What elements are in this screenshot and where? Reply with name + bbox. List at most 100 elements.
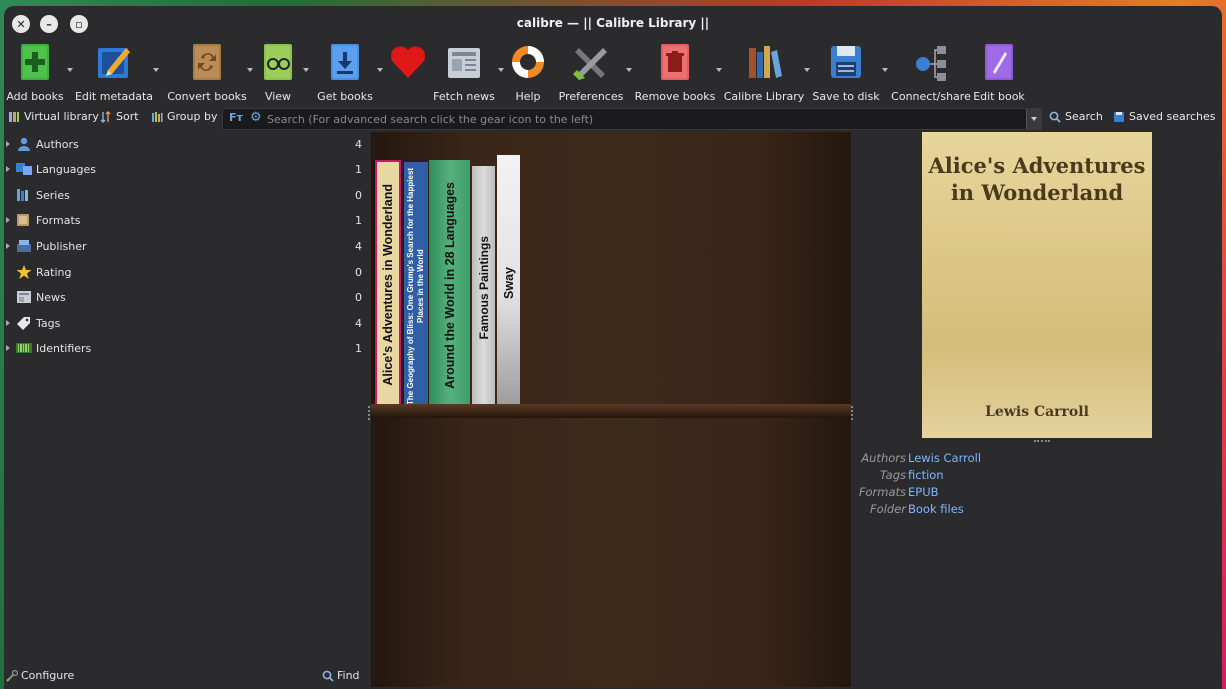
- title-bar: ✕ – ▫ calibre — || Calibre Library ||: [4, 6, 1222, 40]
- bookshelf-view[interactable]: Alice's Adventures in Wonderland The Geo…: [371, 132, 851, 687]
- add-books-button[interactable]: Add books: [6, 42, 64, 104]
- book-spine[interactable]: Around the World in 28 Languages: [429, 160, 470, 410]
- preferences-dropdown-icon[interactable]: [626, 68, 632, 72]
- expand-arrow-icon[interactable]: [6, 166, 10, 172]
- cover-resize-handle[interactable]: [1034, 440, 1050, 442]
- configure-button[interactable]: Configure: [6, 669, 74, 682]
- donate-button[interactable]: [388, 42, 428, 104]
- search-input[interactable]: Search (For advanced search click the ge…: [267, 113, 593, 126]
- calibre-library-label: Calibre Library: [723, 90, 805, 103]
- fetch-news-button[interactable]: Fetch news: [433, 42, 495, 104]
- barcode-icon: [16, 343, 32, 353]
- configure-label: Configure: [21, 669, 75, 682]
- edit-book-button[interactable]: Edit book: [973, 42, 1025, 104]
- network-icon: [916, 46, 946, 81]
- tag-browser-footer: Configure Find: [4, 666, 370, 686]
- preferences-label: Preferences: [558, 90, 624, 103]
- find-button[interactable]: Find: [322, 669, 360, 682]
- book-spine[interactable]: The Geography of Bliss: One Grump's Sear…: [404, 162, 428, 410]
- book-spine-title: Sway: [501, 266, 516, 299]
- expand-arrow-icon[interactable]: [6, 320, 10, 326]
- tag-category-label: Tags: [36, 316, 61, 330]
- star-icon: [16, 265, 32, 279]
- group-by-button[interactable]: Group by: [151, 110, 217, 123]
- tag-category-tags[interactable]: Tags 4: [4, 311, 366, 335]
- tag-category-identifiers[interactable]: Identifiers 1: [4, 336, 366, 360]
- preferences-button[interactable]: Preferences: [558, 42, 624, 104]
- window-title: calibre — || Calibre Library ||: [516, 16, 710, 30]
- save-to-disk-button[interactable]: Save to disk: [812, 42, 880, 104]
- search-button[interactable]: Search: [1049, 110, 1103, 123]
- sort-button[interactable]: Sort: [100, 110, 139, 123]
- tag-category-authors[interactable]: Authors 4: [4, 132, 366, 156]
- convert-icon: [193, 44, 221, 80]
- detail-key: Folder: [870, 502, 906, 516]
- tag-category-label: News: [36, 290, 66, 304]
- trash-icon: [661, 44, 689, 80]
- calibre-library-button[interactable]: Calibre Library: [724, 42, 804, 104]
- virtual-library-button[interactable]: Virtual library: [8, 110, 99, 123]
- remove-books-dropdown-icon[interactable]: [716, 68, 722, 72]
- tag-link[interactable]: fiction: [908, 468, 944, 482]
- person-icon: [18, 137, 30, 151]
- book-cover[interactable]: Alice's Adventures in Wonderland Lewis C…: [922, 132, 1152, 438]
- book-spine[interactable]: Famous Paintings: [472, 166, 495, 410]
- tag-category-series[interactable]: Series 0: [4, 183, 366, 207]
- search-mode-icon[interactable]: Fᴛ: [229, 111, 243, 124]
- view-button[interactable]: View: [258, 42, 298, 104]
- saved-searches-label: Saved searches: [1129, 110, 1216, 123]
- search-history-dropdown[interactable]: [1026, 109, 1041, 129]
- folder-link[interactable]: Book files: [908, 502, 964, 516]
- connect-share-button[interactable]: Connect/share: [891, 42, 971, 104]
- gear-icon[interactable]: ⚙: [250, 110, 262, 125]
- heart-icon: [390, 46, 426, 78]
- tag-category-publisher[interactable]: Publisher 4: [4, 234, 366, 258]
- add-books-dropdown-icon[interactable]: [67, 68, 73, 72]
- convert-books-label: Convert books: [167, 90, 247, 103]
- splitter-handle[interactable]: [368, 406, 373, 420]
- expand-arrow-icon[interactable]: [6, 243, 10, 249]
- search-field[interactable]: Fᴛ ⚙ Search (For advanced search click t…: [222, 108, 1042, 130]
- convert-books-dropdown-icon[interactable]: [247, 68, 253, 72]
- tag-category-label: Identifiers: [36, 341, 92, 355]
- help-button[interactable]: Help: [508, 42, 548, 104]
- formats-icon: [17, 214, 29, 226]
- expand-arrow-icon[interactable]: [6, 345, 10, 351]
- get-books-button[interactable]: Get books: [317, 42, 373, 104]
- book-spine[interactable]: Alice's Adventures in Wonderland: [375, 160, 401, 410]
- convert-books-button[interactable]: Convert books: [167, 42, 247, 104]
- saved-searches-button[interactable]: Saved searches: [1113, 110, 1216, 123]
- edit-metadata-button[interactable]: Edit metadata: [75, 42, 153, 104]
- search-button-label: Search: [1065, 110, 1103, 123]
- remove-books-button[interactable]: Remove books: [635, 42, 715, 104]
- fetch-news-dropdown-icon[interactable]: [498, 68, 504, 72]
- detail-row-tags: Tags fiction: [854, 468, 1214, 485]
- get-books-dropdown-icon[interactable]: [377, 68, 383, 72]
- calibre-library-dropdown-icon[interactable]: [804, 68, 810, 72]
- author-link[interactable]: Lewis Carroll: [908, 451, 981, 465]
- format-link[interactable]: EPUB: [908, 485, 939, 499]
- view-icon: [264, 44, 292, 80]
- lifebuoy-icon: [512, 46, 544, 78]
- sort-label: Sort: [116, 110, 139, 123]
- book-spine-title: Famous Paintings: [476, 236, 491, 340]
- detail-key: Authors: [861, 451, 906, 465]
- detail-key: Formats: [858, 485, 906, 499]
- detail-row-folder: Folder Book files: [854, 502, 1214, 519]
- book-spine[interactable]: Sway: [497, 155, 520, 410]
- expand-arrow-icon[interactable]: [6, 141, 10, 147]
- tag-category-formats[interactable]: Formats 1: [4, 208, 366, 232]
- book-spine-title: Alice's Adventures in Wonderland: [381, 184, 395, 386]
- tag-category-count: 4: [355, 137, 362, 151]
- tag-category-news[interactable]: News 0: [4, 285, 366, 309]
- save-to-disk-dropdown-icon[interactable]: [882, 68, 888, 72]
- tag-category-languages[interactable]: Languages 1: [4, 157, 366, 181]
- tag-category-rating[interactable]: Rating 0: [4, 260, 366, 284]
- view-dropdown-icon[interactable]: [303, 68, 309, 72]
- expand-arrow-icon[interactable]: [6, 217, 10, 223]
- sort-icon: [100, 110, 111, 123]
- tag-category-count: 0: [355, 290, 362, 304]
- edit-metadata-dropdown-icon[interactable]: [153, 68, 159, 72]
- book-spine-title: Around the World in 28 Languages: [442, 181, 457, 389]
- tag-category-label: Rating: [36, 265, 72, 279]
